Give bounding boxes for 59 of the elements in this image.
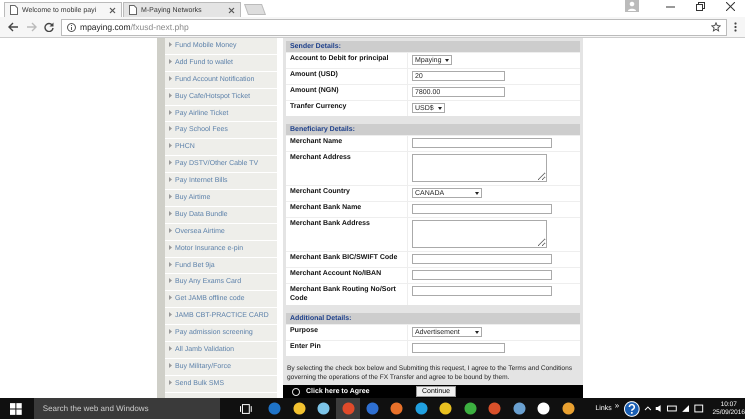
bullet-triangle-icon	[169, 210, 172, 216]
windows-logo-icon[interactable]	[10, 402, 22, 414]
bullet-triangle-icon	[169, 160, 172, 166]
app-icon[interactable]	[537, 402, 550, 415]
star-icon[interactable]	[711, 22, 721, 32]
restore-icon[interactable]	[696, 2, 705, 11]
bullet-triangle-icon	[169, 92, 172, 98]
caret-icon	[475, 192, 479, 194]
close-icon[interactable]	[726, 2, 735, 11]
bullet-triangle-icon	[169, 329, 172, 334]
input-field[interactable]	[412, 343, 505, 353]
bullet-triangle-icon	[169, 228, 172, 233]
caret-icon	[475, 330, 479, 334]
input-field[interactable]	[412, 254, 552, 264]
caret-icon	[438, 106, 442, 110]
app-icon[interactable]	[562, 402, 575, 415]
info-icon	[67, 22, 76, 32]
input-field[interactable]	[412, 204, 552, 214]
bullet-triangle-icon	[169, 194, 172, 200]
close-icon[interactable]	[109, 6, 116, 14]
bullet-triangle-icon	[169, 362, 172, 368]
radio-button[interactable]	[292, 388, 300, 396]
chevron[interactable]: »	[614, 401, 620, 410]
page-icon	[10, 5, 18, 15]
app-icon[interactable]	[292, 402, 306, 415]
reload-icon[interactable]	[44, 22, 54, 32]
back-icon[interactable]	[8, 22, 19, 32]
app-icon[interactable]	[390, 402, 404, 415]
input-field[interactable]	[412, 270, 552, 280]
bullet-triangle-icon	[169, 110, 172, 115]
bullet-triangle-icon	[169, 244, 172, 250]
address-bar[interactable]: mpaying.com/fxusd-next.php	[61, 18, 727, 36]
bullet-triangle-icon	[169, 346, 172, 352]
task-view-icon[interactable]	[240, 404, 252, 414]
bullet-triangle-icon	[169, 177, 172, 182]
bullet-triangle-icon	[169, 380, 172, 385]
caret-icon	[445, 58, 450, 62]
input-field[interactable]	[412, 286, 552, 296]
help-icon[interactable]	[624, 400, 640, 416]
close-icon[interactable]	[228, 6, 235, 14]
input-field[interactable]	[412, 138, 552, 148]
bullet-triangle-icon	[169, 42, 172, 47]
bullet-triangle-icon	[169, 278, 172, 284]
bullet-triangle-icon	[169, 76, 172, 81]
app-icon[interactable]	[414, 402, 428, 415]
tray-icons[interactable]	[644, 404, 704, 413]
bullet-triangle-icon	[169, 143, 172, 148]
bullet-triangle-icon	[169, 312, 172, 318]
app-icon[interactable]	[464, 402, 477, 415]
page-icon	[129, 5, 137, 15]
bullet-triangle-icon	[169, 126, 172, 132]
bullet-triangle-icon	[169, 58, 172, 64]
search-field[interactable]: Search the web and Windows	[34, 398, 220, 419]
app-icon[interactable]	[512, 402, 526, 415]
bullet-triangle-icon	[169, 295, 172, 300]
app-icon[interactable]	[439, 402, 452, 415]
bullet-triangle-icon	[169, 262, 172, 267]
menu-icon[interactable]	[734, 22, 737, 32]
app-icon[interactable]	[317, 402, 330, 415]
